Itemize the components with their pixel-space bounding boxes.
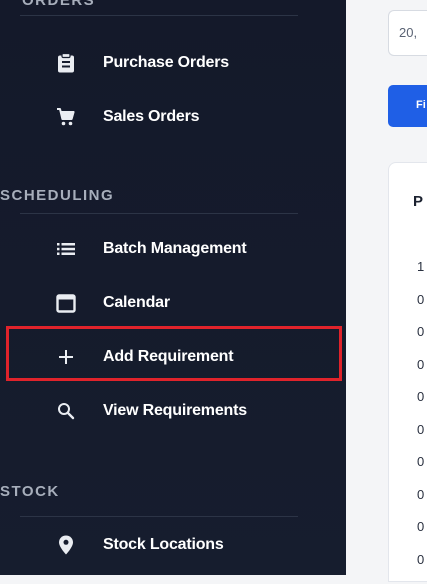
sidebar: ORDERS Purchase Orders Sales Orders SCHE… bbox=[0, 0, 346, 575]
section-header-scheduling: SCHEDULING bbox=[0, 187, 114, 204]
list-item: 0 bbox=[417, 389, 424, 422]
card-values-list: 1 0 0 0 0 0 0 0 0 0 bbox=[417, 259, 424, 584]
sidebar-item-add-requirement[interactable]: Add Requirement bbox=[0, 337, 346, 377]
list-item: 0 bbox=[417, 454, 424, 487]
sidebar-item-batch-management[interactable]: Batch Management bbox=[0, 229, 346, 269]
plus-icon bbox=[54, 345, 78, 369]
list-icon bbox=[54, 237, 78, 261]
divider bbox=[20, 516, 298, 517]
sidebar-item-sales-orders[interactable]: Sales Orders bbox=[0, 97, 346, 137]
sidebar-item-label: Sales Orders bbox=[103, 108, 199, 126]
cart-icon bbox=[54, 105, 78, 129]
divider bbox=[20, 15, 298, 16]
filter-button[interactable]: Fi bbox=[388, 85, 427, 127]
clipboard-icon bbox=[54, 51, 78, 75]
calendar-icon bbox=[54, 291, 78, 315]
sidebar-item-label: Calendar bbox=[103, 294, 170, 312]
list-item: 0 bbox=[417, 487, 424, 520]
list-item: 0 bbox=[417, 552, 424, 584]
sidebar-item-label: Add Requirement bbox=[103, 348, 233, 366]
sidebar-item-label: Batch Management bbox=[103, 240, 247, 258]
content-card: P 1 0 0 0 0 0 0 0 0 0 bbox=[388, 162, 427, 582]
sidebar-item-purchase-orders[interactable]: Purchase Orders bbox=[0, 43, 346, 83]
sidebar-item-stock-locations[interactable]: Stock Locations bbox=[0, 525, 346, 565]
date-input[interactable]: 20, bbox=[388, 10, 427, 56]
main-content: 20, Fi P 1 0 0 0 0 0 0 0 0 0 bbox=[346, 0, 427, 575]
sidebar-item-label: View Requirements bbox=[103, 402, 247, 420]
sidebar-item-label: Stock Locations bbox=[103, 536, 224, 554]
list-item: 0 bbox=[417, 422, 424, 455]
section-header-stock: STOCK bbox=[0, 483, 60, 500]
list-item: 0 bbox=[417, 324, 424, 357]
map-pin-icon bbox=[54, 533, 78, 557]
card-title: P bbox=[413, 193, 423, 210]
divider bbox=[20, 213, 298, 214]
list-item: 1 bbox=[417, 259, 424, 292]
list-item: 0 bbox=[417, 292, 424, 325]
search-icon bbox=[54, 399, 78, 423]
sidebar-item-calendar[interactable]: Calendar bbox=[0, 283, 346, 323]
sidebar-item-view-requirements[interactable]: View Requirements bbox=[0, 391, 346, 431]
list-item: 0 bbox=[417, 519, 424, 552]
list-item: 0 bbox=[417, 357, 424, 390]
sidebar-item-label: Purchase Orders bbox=[103, 54, 229, 72]
section-header-orders: ORDERS bbox=[22, 0, 95, 9]
